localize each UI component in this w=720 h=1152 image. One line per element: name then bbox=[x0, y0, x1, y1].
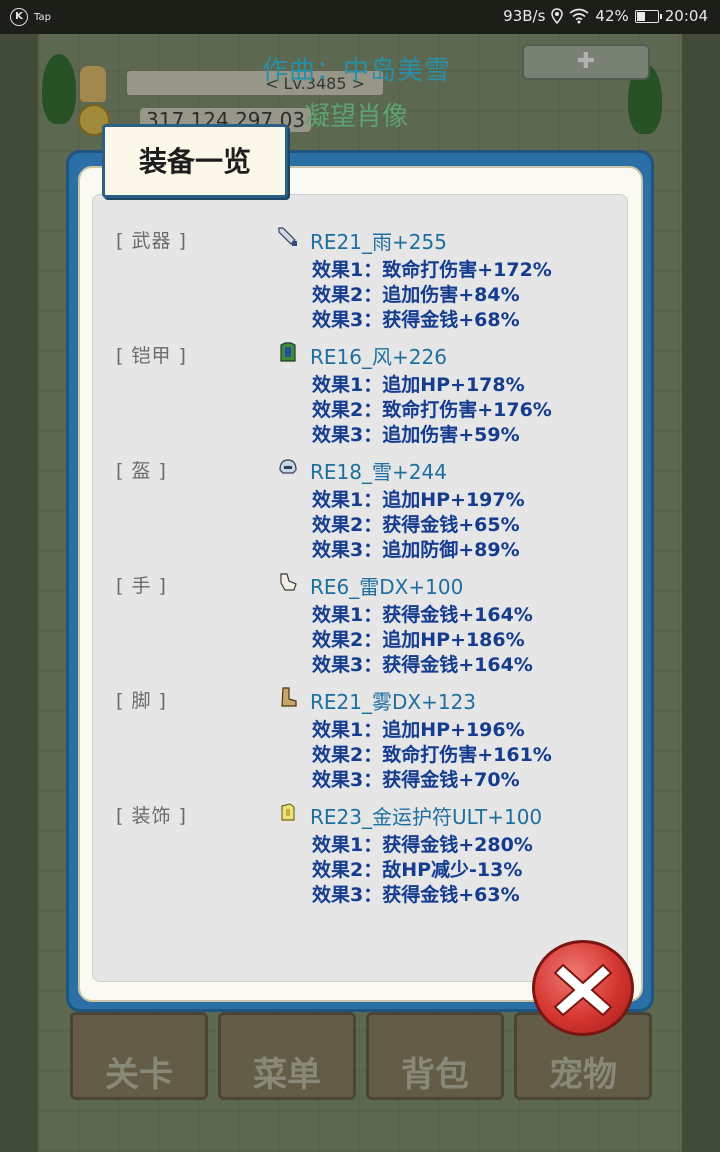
effect-line: 效果2：追加伤害+84% bbox=[312, 284, 520, 306]
effect-line: 效果2：敌HP减少-13% bbox=[312, 859, 523, 881]
slot-label-accessory: [ 装饰 ] bbox=[116, 805, 187, 827]
slot-label-hand: [ 手 ] bbox=[116, 575, 167, 597]
panel-title: 装备一览 bbox=[102, 124, 288, 198]
effect-line: 效果2：致命打伤害+161% bbox=[312, 744, 552, 766]
item-name-armor: RE16_风+226 bbox=[310, 345, 447, 369]
effect-line: 效果3：获得金钱+68% bbox=[312, 309, 520, 331]
effect-line: 效果3：获得金钱+164% bbox=[312, 654, 533, 676]
slot-label-weapon: [ 武器 ] bbox=[116, 230, 187, 252]
effect-line: 效果2：追加HP+186% bbox=[312, 629, 525, 651]
effect-line: 效果2：致命打伤害+176% bbox=[312, 399, 552, 421]
effect-line: 效果1：获得金钱+280% bbox=[312, 834, 533, 856]
effect-line: 效果1：获得金钱+164% bbox=[312, 604, 533, 626]
slot-label-helmet: [ 盔 ] bbox=[116, 460, 167, 482]
effect-line: 效果3：追加伤害+59% bbox=[312, 424, 520, 446]
boot-icon bbox=[281, 687, 297, 707]
item-name-accessory: RE23_金运护符ULT+100 bbox=[310, 805, 543, 829]
clock: 20:04 bbox=[664, 7, 708, 25]
slot-label-foot: [ 脚 ] bbox=[116, 690, 167, 712]
item-name-helmet: RE18_雪+244 bbox=[310, 460, 447, 484]
battery-percent: 42% bbox=[595, 7, 629, 25]
battery-icon bbox=[634, 9, 662, 23]
effect-line: 效果2：获得金钱+65% bbox=[312, 514, 520, 536]
effect-line: 效果3：获得金钱+63% bbox=[312, 884, 520, 906]
location-icon bbox=[551, 8, 564, 24]
net-speed: 93B/s bbox=[503, 7, 546, 25]
helmet-icon bbox=[279, 459, 297, 474]
armor-icon bbox=[280, 342, 296, 362]
close-icon bbox=[553, 963, 613, 1017]
close-button[interactable] bbox=[532, 940, 634, 1036]
slot-label-armor: [ 铠甲 ] bbox=[116, 345, 187, 367]
wifi-icon bbox=[569, 8, 589, 24]
item-name-hand: RE6_雷DX+100 bbox=[310, 575, 464, 599]
effect-line: 效果3：获得金钱+70% bbox=[312, 769, 520, 791]
app-k-icon: K bbox=[10, 8, 28, 26]
item-name-weapon: RE21_雨+255 bbox=[310, 230, 447, 254]
amulet-icon bbox=[281, 803, 295, 821]
glove-icon bbox=[280, 573, 297, 591]
status-bar: K Tap 93B/s 42% 20:04 bbox=[0, 0, 720, 34]
effect-line: 效果1：追加HP+196% bbox=[312, 719, 525, 741]
effect-line: 效果1：追加HP+178% bbox=[312, 374, 525, 396]
effect-line: 效果1：追加HP+197% bbox=[312, 489, 525, 511]
item-name-foot: RE21_雾DX+123 bbox=[310, 690, 477, 714]
app-label: Tap bbox=[34, 11, 51, 23]
effect-line: 效果1：致命打伤害+172% bbox=[312, 259, 552, 281]
effect-line: 效果3：追加防御+89% bbox=[312, 539, 520, 561]
sword-icon bbox=[278, 227, 297, 246]
